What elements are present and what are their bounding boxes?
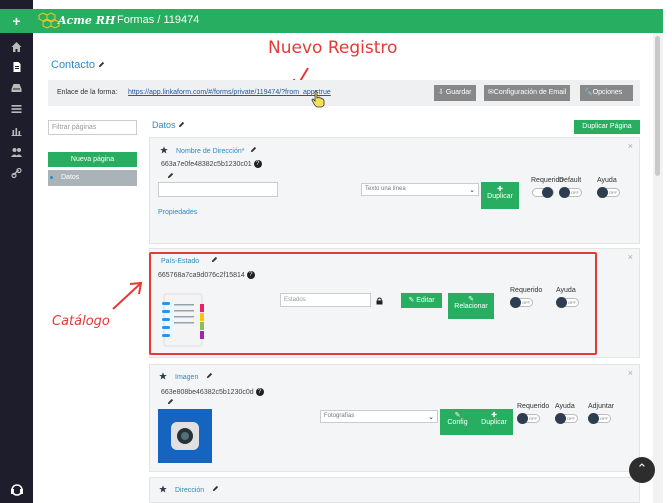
toggle-switch[interactable]: OFF — [588, 413, 611, 424]
chart-icon[interactable] — [10, 125, 23, 137]
wrench-icon: ✎ — [454, 412, 461, 419]
catalog-highlight-box — [149, 252, 597, 355]
close-icon[interactable]: × — [628, 252, 633, 262]
pencil-icon[interactable] — [167, 172, 174, 179]
duplicate-button[interactable]: ✚ Duplicar — [475, 409, 513, 435]
toggle-switch[interactable] — [532, 187, 554, 198]
section-title: Datos — [152, 120, 185, 130]
close-icon[interactable]: × — [628, 368, 633, 378]
field-name[interactable]: Nombre de Dirección* — [176, 146, 257, 155]
help-icon[interactable]: ? — [253, 160, 262, 168]
toggle-label: Adjuntar — [588, 403, 615, 410]
field-id: 663e808be46382c5b1230c0d ? — [161, 388, 264, 396]
chevron-down-icon: ⌄ — [428, 414, 434, 421]
duplicate-button[interactable]: ✚ Duplicar — [481, 182, 519, 209]
pencil-icon[interactable] — [212, 485, 219, 492]
new-page-button[interactable]: Nueva página — [48, 152, 137, 167]
inbox-icon[interactable] — [10, 82, 23, 94]
annotation-catalogo: Catálogo — [52, 314, 110, 329]
pencil-icon[interactable] — [178, 121, 185, 128]
form-title-text: Contacto — [51, 59, 96, 71]
sidebar: + — [0, 0, 33, 503]
toggle-label: Ayuda — [555, 403, 575, 410]
toggle-label: Default — [559, 177, 582, 184]
wrench-icon: 🔧 — [584, 89, 593, 96]
field-card — [149, 477, 640, 503]
pencil-icon[interactable] — [206, 372, 213, 379]
back-to-top-button[interactable]: ⌃ — [629, 457, 655, 483]
field-type-select[interactable]: Texto una línea ⌄ — [361, 183, 479, 196]
users-icon[interactable] — [10, 146, 23, 158]
form-title: Contacto — [51, 59, 105, 71]
toggle-switch[interactable]: OFF — [555, 413, 578, 424]
pencil-icon[interactable] — [98, 61, 105, 68]
close-icon[interactable]: × — [628, 141, 633, 151]
annotation-arrow-catalogo — [112, 281, 143, 310]
toggle-label: Ayuda — [597, 177, 617, 184]
filter-pages-input[interactable]: Filtrar páginas — [48, 120, 137, 135]
duplicate-page-button[interactable]: Duplicar Página — [574, 120, 640, 134]
toggle-label: Requerido — [517, 403, 550, 410]
annotation-nuevo-registro: Nuevo Registro — [268, 38, 398, 58]
home-icon[interactable] — [10, 41, 23, 53]
field-preview-input[interactable] — [158, 182, 278, 197]
support-icon[interactable] — [10, 484, 24, 496]
chevron-down-icon: ⌄ — [469, 187, 475, 194]
star-icon[interactable] — [159, 485, 167, 493]
email-config-button[interactable]: ✉Configuración de Email — [484, 85, 571, 101]
field-id: 663a7e0fe48382c5b1230c01 ? — [161, 160, 262, 168]
chevron-up-icon: ⌃ — [636, 461, 648, 476]
list-icon[interactable] — [10, 103, 23, 115]
pencil-icon[interactable] — [167, 398, 174, 405]
logo-text: Acme RH — [58, 14, 116, 27]
form-link-url[interactable]: https://app.linkaform.com/#/forms/privat… — [128, 89, 331, 96]
toggle-switch[interactable]: OFF — [559, 187, 582, 198]
document-icon[interactable] — [10, 61, 23, 73]
config-button[interactable]: ✎ Config — [440, 409, 475, 435]
save-button[interactable]: ⇩ Guardar — [434, 85, 476, 101]
star-icon[interactable] — [160, 146, 168, 154]
toggle-switch[interactable]: OFF — [517, 413, 540, 424]
page-bullet-icon — [50, 176, 53, 179]
form-link-label: Enlace de la forma: — [57, 89, 118, 96]
plus-icon: ✚ — [497, 186, 503, 193]
field-name[interactable]: Imagen — [175, 372, 213, 381]
page-item-datos[interactable]: Datos — [48, 170, 137, 186]
scrollbar-thumb[interactable] — [655, 36, 660, 176]
properties-link[interactable]: Propiedades — [158, 209, 197, 216]
toggle-switch[interactable]: OFF — [597, 187, 620, 198]
star-icon[interactable] — [159, 372, 167, 380]
plus-icon: ✚ — [491, 412, 497, 419]
add-button[interactable]: + — [0, 9, 33, 33]
help-icon[interactable]: ? — [255, 388, 264, 396]
link-icon[interactable] — [10, 167, 23, 179]
options-button[interactable]: 🔧Opciones — [580, 85, 633, 101]
hand-cursor-icon — [311, 90, 325, 108]
field-name[interactable]: Dirección — [175, 485, 219, 494]
save-icon: ⇩ — [438, 89, 444, 96]
pencil-icon[interactable] — [250, 146, 257, 153]
camera-icon — [158, 409, 212, 463]
field-type-select[interactable]: Fotografías ⌄ — [320, 410, 438, 423]
breadcrumb[interactable]: Formas / 119474 — [117, 14, 199, 26]
